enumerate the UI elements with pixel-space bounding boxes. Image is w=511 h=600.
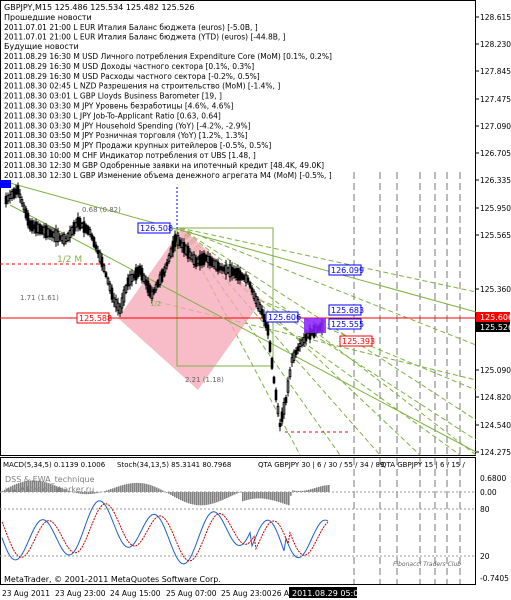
news-future-item: 2011.08.30 03:30 M JPY Уровень безработи… [4,102,234,111]
price-scale-label: 125.950 [480,204,511,213]
price-scale-label: 127.090 [480,122,511,131]
time-axis-label: 25 Aug 07:00 [166,589,217,598]
svg-text:125.683: 125.683 [331,306,364,315]
price-scale-label: 124.275 [480,448,511,457]
level-label-125606: 125.606 [265,311,301,323]
time-axis-label: 25 Aug 23:00 [221,589,272,598]
price-scale-label: 127.475 [480,95,511,104]
fib-text-e: 1/2 [150,300,161,308]
news-future-item: 2011.08.30 03:30 M JPY Household Spendin… [4,121,251,130]
chart-window[interactable]: 128.615 128.230 127.845 127.475 127.090 126.7… [0,0,511,600]
news-past-item: 2011.07.01 21:00 L EUR Италия Баланс бюд… [4,23,258,32]
price-scale-label: 125.090 [480,366,511,375]
indicator-watermark: Fibonacci Traders Club [393,561,461,568]
price-tag-current-text: 125.526 [480,323,511,332]
svg-text:125.588: 125.588 [79,314,112,323]
time-axis-label: 26 A [272,589,290,598]
indicator-label-macd: MACD(5,34,5) 0.1139 0.1006 [3,461,106,469]
purple-zone [304,318,326,333]
time-current: 2011.08.29 05:02 [292,589,363,598]
time-axis-label: 23 Aug 23:00 [55,589,106,598]
price-scale-label: 128.615 [480,13,511,22]
time-axis-label: 24 Aug 15:00 [110,589,161,598]
svg-text:125.393: 125.393 [342,337,375,346]
news-future-item: 2011.08.30 03:50 M JPY Продажи крупных р… [4,141,271,150]
indicator-scale-label: 0.6800 [480,474,506,483]
news-future-item: 2011.08.30 03:30 L JPY Job-To-Applicant … [4,111,221,120]
svg-text:126.099: 126.099 [331,266,364,275]
news-future-item: 2011.08.29 16:30 M USD Доходы частного с… [4,62,254,71]
price-scale-label: 124.540 [480,421,511,430]
news-future-title: Будущие новости [4,42,79,51]
footer-copyright: MetaTrader, © 2001-2011 MetaQuotes Softw… [4,575,221,584]
time-axis: 23 Aug 2011 23 Aug 23:00 24 Aug 15:00 25 Au… [2,589,290,598]
price-scale: 128.615 128.230 127.845 127.475 127.090 126.7… [476,13,511,457]
indicator-label-sym2: QTA GBPJPY 15 | 6 / 15 / [381,461,465,469]
indicator-site: www.forex-sakarker.ru [5,485,94,494]
news-future-item: 2011.08.30 03:01 L GBP Lloyds Business B… [4,92,222,101]
indicator-scale-label: 20 [480,552,490,561]
chart-shift-marker[interactable] [0,180,11,188]
level-label-125588: 125.588 [76,312,112,324]
indicator-subtitle: DSS & EWA_technique [5,475,95,484]
price-scale-label: 125.565 [480,231,511,240]
news-future-item: 2011.08.30 10:00 M CHF Индикатор потребл… [4,151,256,160]
level-label-126508: 126.508 [137,222,173,234]
news-future-item: 2011.08.29 16:30 M USD Расходы частного … [4,72,260,81]
price-scale-label: 124.820 [480,393,511,402]
news-past-item: 2011.07.01 21:00 L EUR Италия Баланс бюд… [4,33,286,42]
indicator-label-sym: QTA GBPJPY 30 | 6 / 30 / 55 / 34 / 89 [258,461,384,469]
fib-text-d: 2.21 (1.18) [185,376,224,384]
svg-text:126.508: 126.508 [140,224,173,233]
indicator-scale-label: 80 [480,505,490,514]
svg-text:125.555: 125.555 [331,320,364,329]
indicator-scale-label: 0.00 [480,488,497,497]
fib-text-b: 1.71 (1.61) [20,294,59,302]
news-future-item: 2011.08.30 12:30 L GBP Изменение объема … [4,171,332,180]
news-future-item: 2011.08.30 12:30 M GBP Одобренные заявки… [4,161,324,170]
price-tag-line-text: 125.606 [480,313,511,322]
chart-title: GBPJPY,M15 125.486 125.534 125.482 125.5… [4,3,195,12]
price-scale-label: 128.230 [480,40,511,49]
level-label-125683: 125.683 [328,304,364,316]
news-future-item: 2011.08.30 02:45 L NZD Разрешения на стр… [4,82,280,91]
price-scale-label: 126.335 [480,176,511,185]
indicator-label-stoch: Stoch(34,13,5) 85.3141 80.7968 [117,461,231,469]
fib-text-c: 1/2 M [57,255,82,265]
news-future-item: 2011.08.29 16:30 M USD Личного потреблен… [4,52,332,61]
level-label-125393: 125.393 [339,335,375,347]
news-past-title: Прошедшие новости [4,13,92,22]
price-scale-label: 126.705 [480,149,511,158]
fib-text-a: 0.68 (0.82) [82,206,121,214]
svg-text:125.606: 125.606 [268,313,301,322]
news-past-list: 2011.07.01 21:00 L EUR Италия Баланс бюд… [4,23,286,42]
level-label-125555: 125.555 [328,318,364,330]
price-scale-label: 125.360 [480,285,511,294]
indicator-scale-label: -0.7405 [480,574,509,583]
time-axis-label: 23 Aug 2011 [2,589,50,598]
level-label-126099: 126.099 [328,264,364,276]
news-future-item: 2011.08.30 03:50 M JPY Розничная торговл… [4,131,248,140]
price-scale-label: 127.845 [480,67,511,76]
indicator-scale: 0.6800 0.00 80 20 -0.7405 [480,474,509,583]
